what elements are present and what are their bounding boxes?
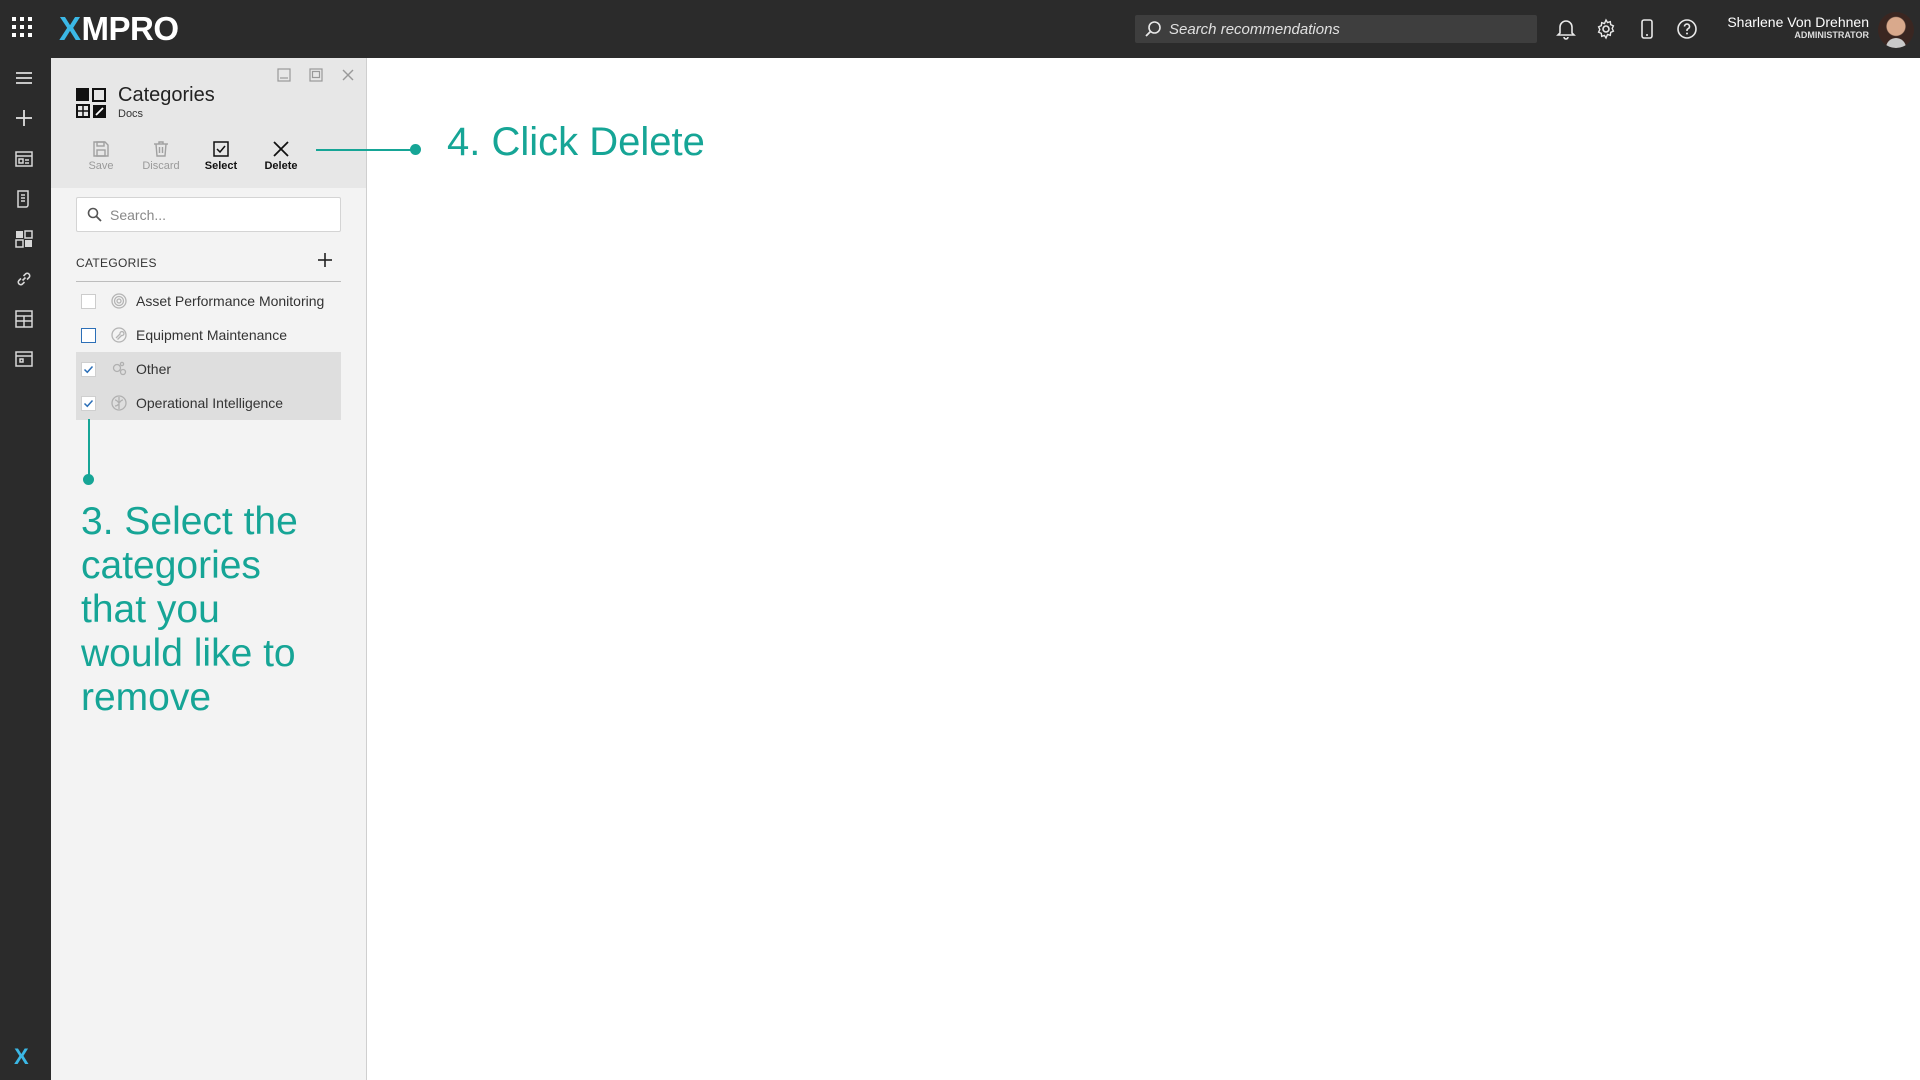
apps-grid-icon[interactable] (12, 17, 36, 41)
annotation-connector-step4 (316, 149, 415, 151)
checkbox-icon (213, 141, 229, 157)
calendar-icon[interactable] (12, 347, 36, 371)
page-title: Categories (118, 84, 215, 106)
user-info[interactable]: Sharlene Von Drehnen ADMINISTRATOR (1727, 14, 1869, 41)
save-icon (93, 141, 109, 157)
list-item[interactable]: Other (76, 352, 341, 386)
top-bar: X MPRO Search recommendations Sharlene Vo… (0, 0, 1920, 58)
categories-app-icon (76, 88, 106, 118)
checkmark-icon (83, 399, 94, 407)
close-icon[interactable] (338, 65, 358, 85)
menu-icon[interactable] (12, 66, 36, 90)
xmpro-mark-icon[interactable]: X (14, 1044, 29, 1070)
annotation-dot-step3 (83, 474, 94, 485)
dashboard-icon[interactable] (12, 147, 36, 171)
user-name: Sharlene Von Drehnen (1727, 14, 1869, 30)
checkmark-icon (83, 365, 94, 373)
help-icon[interactable] (1674, 16, 1700, 42)
x-icon (273, 141, 289, 157)
discard-button[interactable]: Discard (136, 140, 186, 172)
calculator-icon[interactable] (12, 307, 36, 331)
maximize-icon[interactable] (306, 65, 326, 85)
search-input[interactable] (110, 206, 330, 223)
categories-header-label: CATEGORIES (76, 256, 157, 270)
annotation-dot-step4 (410, 144, 421, 155)
radar-icon (111, 293, 127, 309)
row-checkbox[interactable] (81, 327, 96, 343)
brain-icon (111, 395, 127, 411)
row-checkbox[interactable] (81, 361, 96, 377)
list-item[interactable]: Equipment Maintenance (76, 318, 341, 352)
save-button[interactable]: Save (76, 140, 126, 172)
left-rail: X (0, 58, 51, 1080)
avatar[interactable] (1878, 12, 1914, 48)
wrench-icon (111, 327, 127, 343)
select-button[interactable]: Select (196, 140, 246, 172)
minimize-icon[interactable] (274, 65, 294, 85)
link-icon[interactable] (12, 267, 36, 291)
bell-icon[interactable] (1553, 16, 1579, 42)
category-search[interactable] (76, 197, 341, 232)
row-checkbox[interactable] (81, 293, 96, 309)
annotation-connector-step3 (88, 419, 90, 481)
search-placeholder: Search recommendations (1169, 20, 1340, 38)
categories-header: CATEGORIES (76, 253, 341, 282)
list-item[interactable]: Asset Performance Monitoring (76, 284, 341, 318)
panel-header: Categories Docs Save Discard Select Dele… (51, 58, 366, 188)
annotation-step3: 3. Select the categories that you would … (81, 500, 298, 719)
search-icon (1145, 21, 1161, 37)
list-item[interactable]: Operational Intelligence (76, 386, 341, 420)
categories-icon[interactable] (12, 227, 36, 251)
trash-icon (154, 141, 168, 157)
delete-button[interactable]: Delete (256, 140, 306, 172)
category-list: Asset Performance Monitoring Equipment M… (76, 284, 341, 420)
document-icon[interactable] (12, 187, 36, 211)
add-icon[interactable] (12, 106, 36, 130)
gear-icon[interactable] (1593, 16, 1619, 42)
gear-cluster-icon (112, 361, 127, 376)
app-logo[interactable]: X MPRO (59, 10, 179, 48)
mobile-device-icon[interactable] (1634, 16, 1660, 42)
annotation-step4: 4. Click Delete (447, 120, 705, 164)
user-role: ADMINISTRATOR (1794, 30, 1869, 40)
recommendations-search[interactable]: Search recommendations (1135, 15, 1537, 43)
page-subtitle: Docs (118, 108, 144, 120)
search-icon (87, 207, 102, 222)
row-checkbox[interactable] (81, 395, 96, 411)
add-category-icon[interactable] (315, 250, 335, 270)
